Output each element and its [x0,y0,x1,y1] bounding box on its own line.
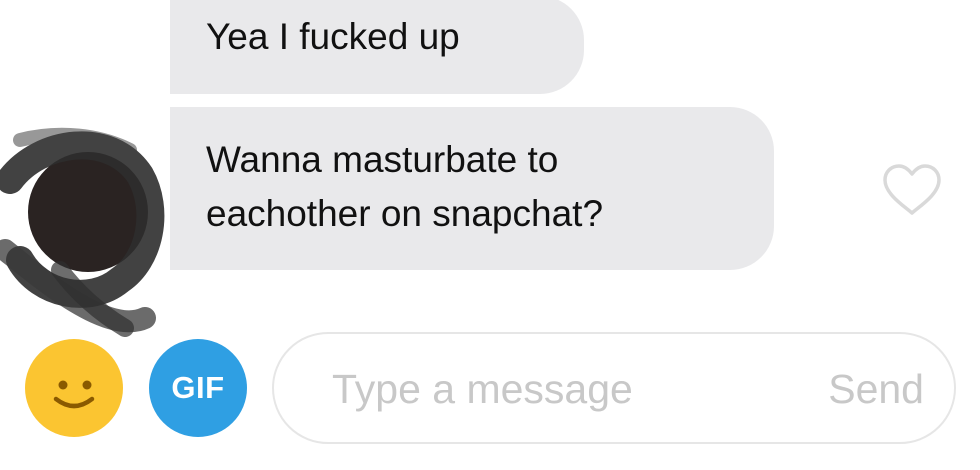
smiley-face-icon [53,380,95,409]
heart-outline-icon[interactable] [880,162,944,218]
gif-button[interactable]: GIF [149,339,247,437]
message-bubble-received: Yea I fucked up [170,0,584,94]
chat-screen: Yea I fucked up Wanna masturbate to each… [0,0,980,470]
avatar-scribbled-out [0,127,165,337]
message-composer: Send [272,332,956,444]
gif-button-label: GIF [171,370,225,405]
send-button[interactable]: Send [828,360,924,418]
message-input[interactable] [332,360,752,418]
message-bubble-received: Wanna masturbate to eachother on snapcha… [170,107,774,270]
emoji-button[interactable] [25,339,123,437]
